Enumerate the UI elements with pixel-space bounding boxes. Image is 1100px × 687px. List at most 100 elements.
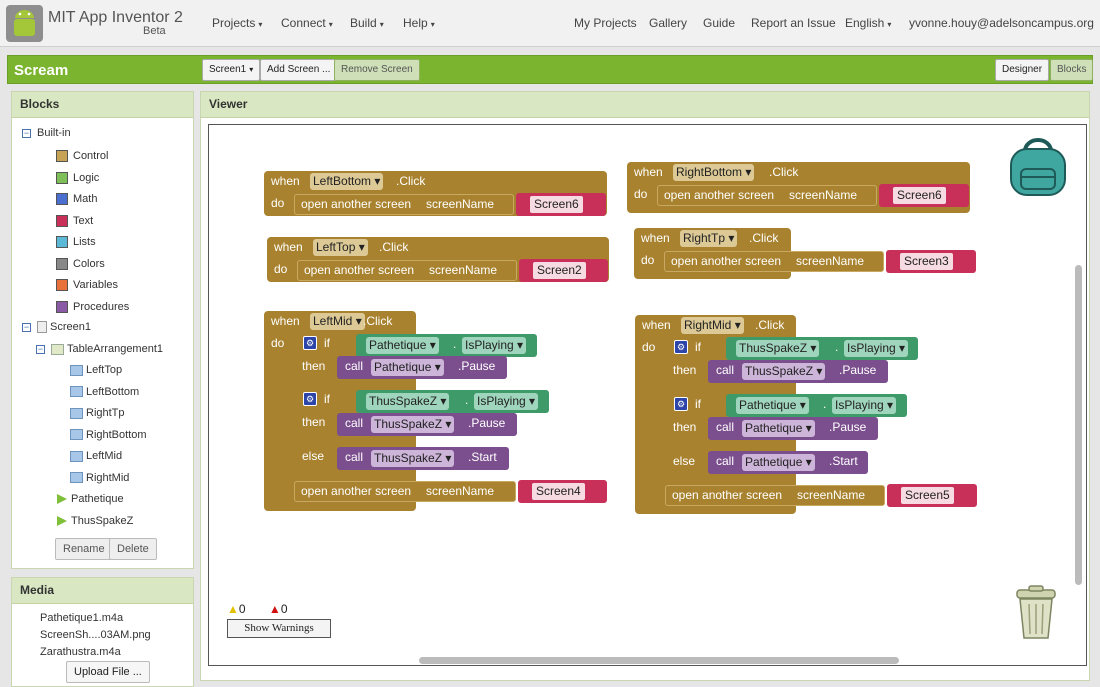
property-dropdown[interactable]: IsPlaying ▾ [474,393,539,410]
component-dropdown[interactable]: LeftBottom ▾ [310,173,384,190]
builtin-text[interactable]: Text [56,214,93,227]
text-block[interactable]: Screen3 [886,250,976,273]
component-dropdown[interactable]: RightMid ▾ [681,317,744,334]
component-dropdown[interactable]: ThusSpakeZ ▾ [371,450,455,467]
menu-connect[interactable]: Connect ▾ [281,16,333,30]
app-inventor-logo[interactable] [6,5,43,42]
is-playing-getter[interactable]: ThusSpakeZ ▾ . IsPlaying ▾ [726,337,918,360]
open-screen-block[interactable]: open another screen screenName [664,251,884,272]
text-value[interactable]: Screen6 [530,196,583,213]
delete-button[interactable]: Delete [109,538,157,560]
user-account[interactable]: yvonne.houy@adelsoncampus.org [909,16,1094,30]
event-block-lefttop[interactable]: when LeftTop ▾ .Click do open another sc… [267,237,609,282]
component-dropdown[interactable]: ThusSpakeZ ▾ [366,393,450,410]
is-playing-getter[interactable]: Pathetique ▾ . IsPlaying ▾ [726,394,907,417]
text-block[interactable]: Screen6 [516,193,606,216]
upload-file-button[interactable]: Upload File ... [66,661,150,683]
component-dropdown[interactable]: ThusSpakeZ ▾ [736,340,820,357]
component-dropdown[interactable]: Pathetique ▾ [742,420,815,437]
is-playing-getter[interactable]: ThusSpakeZ ▾ . IsPlaying ▾ [356,390,549,413]
text-value[interactable]: Screen6 [893,187,946,204]
rename-button[interactable]: Rename [55,538,113,560]
component-dropdown[interactable]: RightBottom ▾ [673,164,755,181]
designer-button[interactable]: Designer [995,59,1050,81]
property-dropdown[interactable]: IsPlaying ▾ [832,397,897,414]
media-file[interactable]: Pathetique1.m4a [40,612,123,624]
builtin-lists[interactable]: Lists [56,236,96,248]
vertical-scrollbar[interactable] [1075,265,1082,585]
text-value[interactable]: Screen3 [900,253,953,270]
call-start-block[interactable]: call Pathetique ▾ .Start [708,451,868,474]
gear-icon[interactable]: ⚙ [674,340,688,354]
component-dropdown[interactable]: Pathetique ▾ [742,454,815,471]
open-screen-block[interactable]: open another screen screenName [665,485,885,506]
text-block[interactable]: Screen2 [519,259,608,282]
text-value[interactable]: Screen4 [532,483,585,500]
collapse-icon[interactable]: − [36,344,45,354]
event-block-rightbottom[interactable]: when RightBottom ▾ .Click do open anothe… [627,162,970,213]
call-pause-block[interactable]: call Pathetique ▾ .Pause [337,356,507,379]
media-file[interactable]: ScreenSh....03AM.png [40,629,151,641]
property-dropdown[interactable]: IsPlaying ▾ [844,340,909,357]
component-dropdown[interactable]: ThusSpakeZ ▾ [742,363,826,380]
trash-icon[interactable] [1013,584,1059,640]
tree-button-rightbottom[interactable]: RightBottom [70,429,147,441]
text-block[interactable]: Screen6 [879,184,969,207]
blocks-workspace[interactable]: when LeftBottom ▾ .Click do open another… [208,124,1087,666]
component-dropdown[interactable]: RightTp ▾ [680,230,738,247]
call-pause-block[interactable]: call ThusSpakeZ ▾ .Pause [708,360,888,383]
open-screen-block[interactable]: open another screen screenName [657,185,877,206]
backpack-icon[interactable] [1007,135,1069,197]
link-report-issue[interactable]: Report an Issue [751,16,836,30]
text-value[interactable]: Screen2 [533,262,586,279]
link-guide[interactable]: Guide [703,16,735,30]
text-block[interactable]: Screen4 [518,480,607,503]
builtin-variables[interactable]: Variables [56,279,118,291]
call-pause-block[interactable]: call ThusSpakeZ ▾ .Pause [337,413,517,436]
tree-button-righttp[interactable]: RightTp [70,407,125,419]
horizontal-scrollbar[interactable] [419,657,899,664]
property-dropdown[interactable]: IsPlaying ▾ [462,337,527,354]
tree-button-leftmid[interactable]: LeftMid [70,450,122,462]
component-dropdown[interactable]: Pathetique ▾ [366,337,439,354]
is-playing-getter[interactable]: Pathetique ▾ . IsPlaying ▾ [356,334,537,357]
remove-screen-button[interactable]: Remove Screen [334,59,420,81]
tree-builtin[interactable]: − Built-in [22,127,71,139]
tree-button-leftbottom[interactable]: LeftBottom [70,386,139,398]
tree-button-lefttop[interactable]: LeftTop [70,364,122,376]
collapse-icon[interactable]: − [22,128,31,138]
open-screen-block[interactable]: open another screen screenName [297,260,517,281]
call-pause-block[interactable]: call Pathetique ▾ .Pause [708,417,878,440]
component-dropdown[interactable]: ThusSpakeZ ▾ [371,416,455,433]
collapse-icon[interactable]: − [22,322,31,332]
builtin-control[interactable]: Control [56,150,108,162]
open-screen-block[interactable]: open another screen screenName [294,481,516,502]
component-dropdown[interactable]: Pathetique ▾ [736,397,809,414]
screen-select[interactable]: Screen1 ▾ [202,59,261,81]
event-block-righttp[interactable]: when RightTp ▾ .Click do open another sc… [634,228,884,279]
blocks-button[interactable]: Blocks [1050,59,1094,81]
open-screen-block[interactable]: open another screen screenName [294,194,514,215]
builtin-colors[interactable]: Colors [56,257,105,270]
gear-icon[interactable]: ⚙ [303,392,317,406]
menu-build[interactable]: Build ▾ [350,16,384,30]
tree-button-rightmid[interactable]: RightMid [70,472,129,484]
component-dropdown[interactable]: Pathetique ▾ [371,359,444,376]
text-block[interactable]: Screen5 [887,484,977,507]
builtin-procedures[interactable]: Procedures [56,300,129,313]
event-block-leftbottom[interactable]: when LeftBottom ▾ .Click do open another… [264,171,607,216]
link-my-projects[interactable]: My Projects [574,16,637,30]
gear-icon[interactable]: ⚙ [674,397,688,411]
menu-help[interactable]: Help ▾ [403,16,435,30]
add-screen-button[interactable]: Add Screen ... [260,59,338,81]
menu-projects[interactable]: Projects ▾ [212,16,262,30]
tree-player-pathetique[interactable]: Pathetique [56,493,124,505]
language-menu[interactable]: English ▾ [845,16,891,30]
show-warnings-button[interactable]: Show Warnings [227,619,331,638]
call-start-block[interactable]: call ThusSpakeZ ▾ .Start [337,447,509,470]
tree-screen1[interactable]: − Screen1 [22,321,91,333]
component-dropdown[interactable]: LeftMid ▾ [310,313,365,330]
link-gallery[interactable]: Gallery [649,16,687,30]
tree-player-thusspakez[interactable]: ThusSpakeZ [56,515,133,527]
builtin-math[interactable]: Math [56,193,97,205]
